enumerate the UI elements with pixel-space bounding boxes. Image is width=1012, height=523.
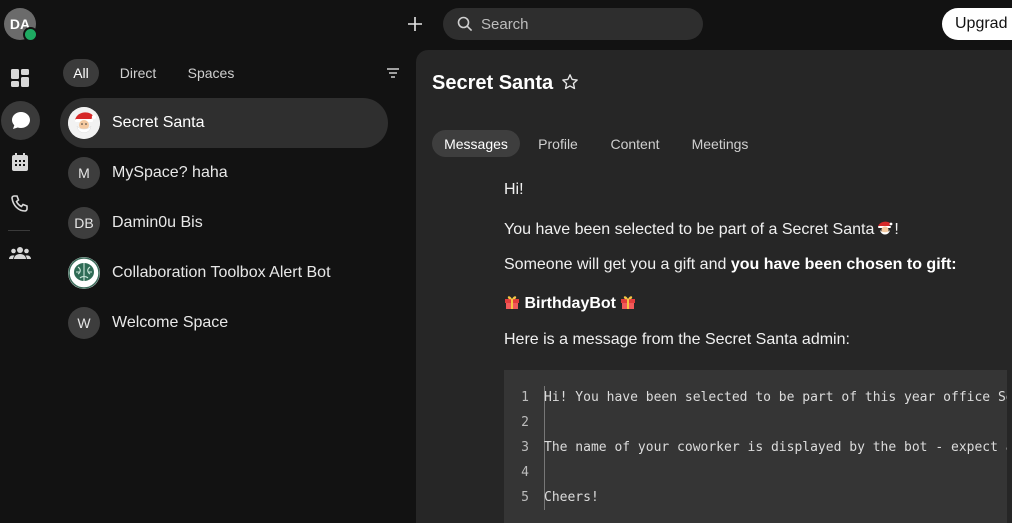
tab-label: Content (610, 135, 660, 152)
tab-content[interactable]: Content (599, 130, 671, 157)
online-status-indicator (23, 27, 38, 42)
rail-calendar[interactable] (0, 142, 40, 182)
rail-dashboard[interactable] (0, 58, 40, 98)
space-item-welcome-space[interactable]: W Welcome Space (60, 298, 388, 348)
brain-avatar-icon (68, 257, 100, 289)
message-line: Hi! (504, 181, 524, 198)
filter-direct[interactable]: Direct (110, 59, 166, 87)
line-number: 2 (521, 415, 529, 430)
code-line: 1 Hi! You have been selected to be part o… (504, 390, 1007, 410)
message-text: ! (894, 221, 899, 238)
santa-avatar-icon (68, 107, 100, 139)
space-item-damin0u-bis[interactable]: DB Damin0u Bis (60, 198, 388, 248)
rail-messaging[interactable] (1, 101, 40, 140)
message-line: Someone will get you a gift and you have… (504, 256, 957, 274)
space-name: Secret Santa (112, 114, 205, 131)
search-icon (457, 16, 473, 32)
upgrade-button[interactable]: Upgrad (942, 8, 1012, 40)
code-block: 1 Hi! You have been selected to be part o… (504, 370, 1007, 523)
filter-all[interactable]: All (63, 59, 99, 87)
code-line: 3 The name of your coworker is displayed … (504, 440, 1007, 460)
rail-divider (8, 230, 30, 231)
chat-bubble-icon (11, 111, 30, 129)
new-space-button[interactable] (404, 13, 426, 35)
tab-label: Profile (538, 135, 578, 152)
line-number: 1 (521, 390, 529, 405)
search-bar[interactable]: Search (443, 8, 703, 40)
message-bold-text: you have been chosen to gift: (730, 256, 957, 273)
space-item-myspace[interactable]: M MySpace? haha (60, 148, 388, 198)
space-avatar: M (68, 157, 100, 189)
filter-all-label: All (73, 65, 89, 81)
message-line: BirthdayBot (504, 294, 636, 313)
tab-profile[interactable]: Profile (528, 130, 588, 157)
filter-spaces[interactable]: Spaces (178, 59, 244, 87)
code-line: 5 Cheers! (504, 490, 1007, 510)
filter-spaces-label: Spaces (187, 65, 235, 81)
gift-emoji-icon (505, 296, 519, 309)
tab-label: Messages (444, 135, 508, 152)
santa-emoji-icon (878, 221, 893, 235)
space-name: Collaboration Toolbox Alert Bot (112, 264, 331, 281)
phone-icon (11, 195, 28, 212)
space-name: Welcome Space (112, 314, 229, 331)
tab-label: Meetings (691, 135, 749, 152)
code-text: Hi! You have been selected to be part of… (544, 390, 1007, 405)
message-bold-text: BirthdayBot (524, 295, 617, 312)
message-line: You have been selected to be part of a S… (504, 219, 899, 239)
filter-direct-label: Direct (119, 65, 157, 81)
calendar-icon (12, 153, 28, 171)
space-avatar: DB (68, 207, 100, 239)
message-line: Here is a message from the Secret Santa … (504, 331, 850, 348)
team-icon (9, 247, 31, 259)
code-line: 2 (504, 415, 1007, 435)
rail-teams[interactable] (0, 233, 40, 273)
line-number: 5 (521, 490, 529, 505)
filter-list-icon[interactable] (386, 66, 400, 80)
space-name: Damin0u Bis (112, 214, 203, 231)
line-number: 3 (521, 440, 529, 455)
code-line: 4 (504, 465, 1007, 485)
space-title: Secret Santa (432, 72, 554, 94)
line-number: 4 (521, 465, 529, 480)
gift-emoji-icon (621, 296, 636, 309)
upgrade-label: Upgrad (955, 15, 1008, 32)
tab-messages[interactable]: Messages (432, 130, 520, 157)
space-avatar: W (68, 307, 100, 339)
tab-meetings[interactable]: Meetings (682, 130, 758, 157)
rail-calling[interactable] (0, 184, 40, 224)
message-text: Someone will get you a gift and (504, 256, 731, 273)
code-text: Cheers! (544, 490, 599, 505)
message-text: You have been selected to be part of a S… (504, 221, 875, 238)
dashboard-icon (11, 69, 29, 87)
space-item-collaboration-bot[interactable]: Collaboration Toolbox Alert Bot (60, 248, 388, 298)
search-placeholder: Search (481, 15, 529, 33)
space-item-secret-santa[interactable]: Secret Santa (60, 98, 388, 148)
star-icon[interactable] (561, 73, 579, 91)
code-text: The name of your coworker is displayed b… (544, 440, 1007, 455)
space-name: MySpace? haha (112, 164, 228, 181)
plus-icon (408, 17, 422, 31)
